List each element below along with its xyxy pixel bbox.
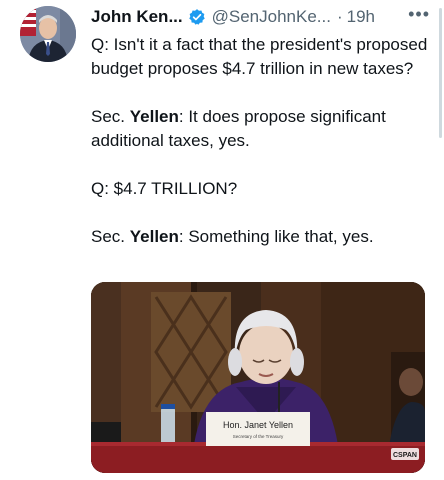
- cspan-badge: CSPAN: [393, 452, 417, 459]
- question-1: Q: Isn't it a fact that the president's …: [91, 35, 428, 78]
- nameplate-name: Hon. Janet Yellen: [223, 420, 293, 430]
- avatar[interactable]: [20, 6, 76, 62]
- nameplate-title: Secretary of the Treasury: [233, 434, 284, 439]
- answer-2-prefix: Sec.: [91, 227, 130, 246]
- verified-badge-icon: [188, 8, 206, 26]
- scrollbar[interactable]: [439, 8, 442, 138]
- answer-1: Sec. Yellen: It does propose significant…: [91, 105, 436, 153]
- question-2: Q: $4.7 TRILLION?: [91, 179, 238, 198]
- answer-2: Sec. Yellen: Something like that, yes.: [91, 225, 436, 249]
- tweet: John Ken... @SenJohnKe... · 19h ••• Q: I…: [0, 0, 444, 480]
- tweet-video[interactable]: Hon. Janet Yellen Secretary of the Treas…: [91, 282, 425, 473]
- author-name[interactable]: John Ken...: [91, 7, 183, 27]
- answer-2-text: : Something like that, yes.: [178, 227, 374, 246]
- answer-1-speaker: Yellen: [129, 107, 179, 126]
- answer-1-prefix: Sec.: [91, 107, 130, 126]
- tweet-text: Q: Isn't it a fact that the president's …: [91, 33, 436, 249]
- tweet-header: John Ken... @SenJohnKe... · 19h: [91, 6, 375, 28]
- answer-2-speaker: Yellen: [129, 227, 179, 246]
- separator-dot: ·: [336, 7, 343, 26]
- author-handle[interactable]: @SenJohnKe...: [212, 7, 331, 27]
- timestamp[interactable]: 19h: [347, 7, 375, 27]
- more-options-icon[interactable]: •••: [408, 4, 430, 25]
